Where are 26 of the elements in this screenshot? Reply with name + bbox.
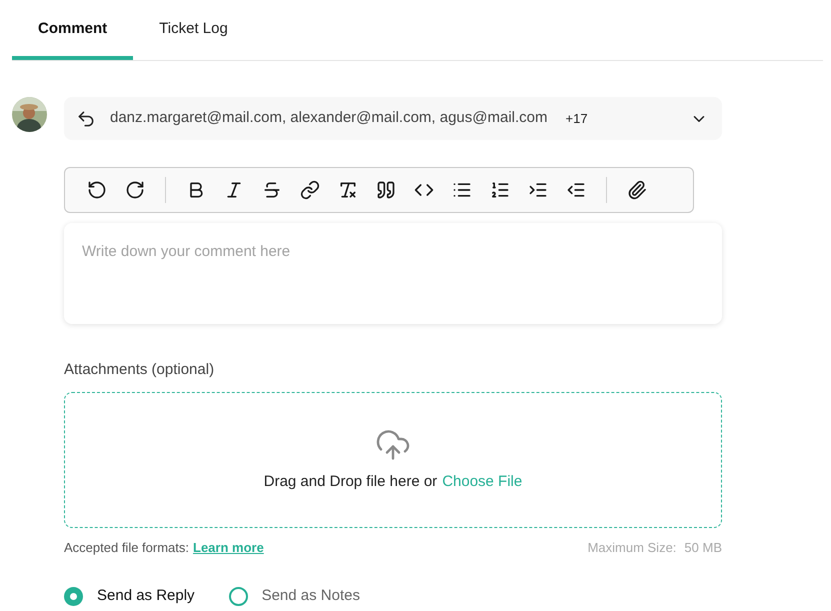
drop-zone[interactable]: Drag and Drop file here or Choose File xyxy=(64,392,722,528)
reply-icon xyxy=(76,108,96,128)
drop-text: Drag and Drop file here or xyxy=(264,472,438,492)
quote-icon[interactable] xyxy=(376,180,396,200)
tab[interactable]: Comment xyxy=(12,0,134,60)
tab[interactable]: Ticket Log xyxy=(133,0,254,60)
redo-icon[interactable] xyxy=(125,180,145,200)
recipients-text: danz.margaret@mail.com, alexander@mail.com, agus@mail.com xyxy=(110,108,548,128)
radio-option[interactable]: Send as Reply xyxy=(64,585,195,608)
paperclip-icon[interactable] xyxy=(627,180,647,200)
radio-option[interactable]: Send as Notes xyxy=(228,585,360,608)
max-size-label: Maximum Size: xyxy=(588,538,676,556)
max-size-value: 50 MB xyxy=(684,538,722,556)
link-icon[interactable] xyxy=(300,180,320,200)
recipients-field[interactable]: danz.margaret@mail.com, alexander@mail.com, agus@mail.com +17 xyxy=(64,97,722,140)
undo-icon[interactable] xyxy=(87,180,107,200)
recipient-count: +17 xyxy=(566,110,588,128)
radio-button[interactable] xyxy=(228,586,248,606)
comment-field[interactable]: Write down your comment here xyxy=(64,223,722,324)
numbered-list-icon[interactable] xyxy=(490,180,510,200)
radio-button[interactable] xyxy=(64,586,83,606)
strikethrough-icon[interactable] xyxy=(262,180,282,200)
formats-label: Accepted file formats: xyxy=(64,538,189,557)
attachments-label: Attachments (optional) xyxy=(64,360,216,380)
avatar xyxy=(12,97,47,132)
clear-format-icon[interactable] xyxy=(338,180,358,200)
